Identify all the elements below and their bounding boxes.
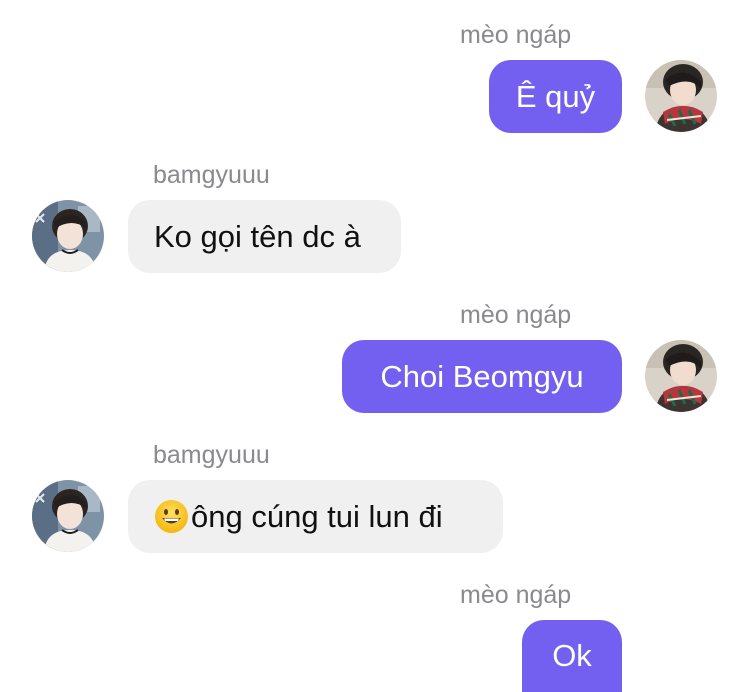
sender-avatar[interactable]: [645, 60, 717, 132]
message-text: ông cúng tui lun đi: [191, 498, 443, 534]
sender-name: mèo ngáp: [460, 21, 572, 49]
message-text: Ko gọi tên dc à: [154, 218, 361, 254]
sender-name: mèo ngáp: [460, 581, 572, 609]
profile-photo-scarf-icon: [645, 340, 717, 412]
outgoing-message-bubble[interactable]: Choi Beomgyu: [342, 340, 622, 413]
message-text: Ok: [552, 638, 592, 673]
sender-name: mèo ngáp: [460, 301, 572, 329]
sender-avatar[interactable]: [645, 340, 717, 412]
sender-name: bamgyuuu: [153, 161, 270, 189]
sender-avatar[interactable]: [32, 200, 104, 272]
grinning-face-icon: [154, 499, 189, 534]
sender-name: bamgyuuu: [153, 441, 270, 469]
outgoing-message-bubble[interactable]: Ok: [522, 620, 622, 692]
sender-avatar[interactable]: [32, 480, 104, 552]
outgoing-message-bubble[interactable]: Ê quỷ: [489, 60, 622, 133]
profile-photo-girl-icon: [32, 200, 104, 272]
incoming-message-bubble[interactable]: ông cúng tui lun đi: [128, 480, 503, 553]
profile-photo-girl-icon: [32, 480, 104, 552]
incoming-message-bubble[interactable]: Ko gọi tên dc à: [128, 200, 401, 273]
message-text: Ê quỷ: [515, 78, 596, 114]
profile-photo-scarf-icon: [645, 60, 717, 132]
message-text: Choi Beomgyu: [380, 358, 584, 394]
